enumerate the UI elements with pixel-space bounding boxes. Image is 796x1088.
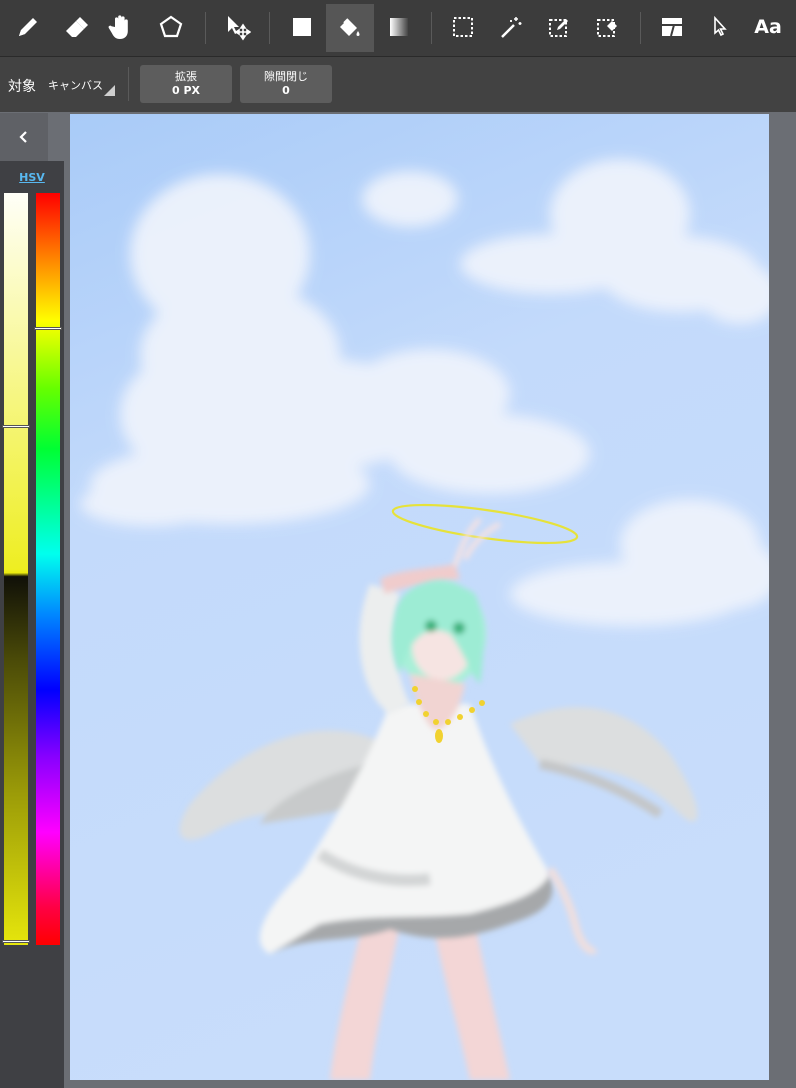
- pen-icon: [19, 18, 37, 36]
- gap-close-label: 隙間閉じ: [264, 70, 308, 83]
- eraser-tool-button[interactable]: [53, 4, 99, 50]
- gap-close-value: 0: [282, 84, 290, 97]
- move-tool-button[interactable]: [214, 4, 260, 50]
- tool-options-bar: 対象 キャンバス 拡張 0 PX 隙間閉じ 0: [0, 57, 796, 112]
- expand-button[interactable]: 拡張 0 PX: [140, 65, 232, 103]
- rect-select-button[interactable]: [440, 4, 486, 50]
- saturation-value-slider[interactable]: [4, 193, 28, 945]
- hue-slider-handle[interactable]: [34, 326, 62, 330]
- fill-rect-button[interactable]: [279, 4, 325, 50]
- main-toolbar: Aa: [0, 0, 796, 57]
- polygon-lasso-button[interactable]: [148, 4, 194, 50]
- text-tool-button[interactable]: Aa: [745, 4, 791, 50]
- frame-divide-icon: [662, 18, 682, 37]
- color-mode-toggle[interactable]: HSV: [0, 171, 64, 184]
- target-select-value: キャンバス: [48, 79, 103, 92]
- text-tool-label: Aa: [754, 16, 782, 38]
- hue-slider[interactable]: [36, 193, 60, 945]
- hand-tool-button[interactable]: [98, 4, 144, 50]
- hand-icon: [108, 15, 128, 39]
- fill-rect-icon: [293, 18, 311, 36]
- eraser-icon: [66, 17, 88, 37]
- color-panel: HSV: [0, 161, 64, 1088]
- drawing-canvas[interactable]: [70, 114, 769, 1080]
- lasso-polygon-icon: [159, 15, 183, 38]
- gradient-icon: [390, 18, 408, 36]
- select-eraser-button[interactable]: [584, 4, 630, 50]
- frame-divide-button[interactable]: [649, 4, 695, 50]
- gradient-tool-button[interactable]: [376, 4, 422, 50]
- brightness-slider-handle[interactable]: [2, 940, 30, 944]
- pointer-tool-button[interactable]: [697, 4, 743, 50]
- select-eraser-icon: [597, 19, 617, 37]
- artwork-illustration: [70, 114, 769, 1080]
- magic-wand-icon: [501, 17, 522, 38]
- pen-tool-button[interactable]: [5, 4, 51, 50]
- select-pen-icon: [549, 19, 568, 37]
- rect-select-icon: [453, 17, 473, 37]
- pointer-icon: [714, 15, 727, 37]
- panel-collapse-button[interactable]: [0, 113, 48, 161]
- dropdown-triangle-icon: [104, 85, 115, 96]
- target-select[interactable]: キャンバス: [46, 73, 116, 97]
- gap-close-button[interactable]: 隙間閉じ 0: [240, 65, 332, 103]
- move-icon: [228, 16, 251, 41]
- expand-value: 0 PX: [171, 84, 201, 97]
- select-pen-button[interactable]: [536, 4, 582, 50]
- bucket-tool-button[interactable]: [326, 4, 374, 52]
- chevron-left-icon: [19, 131, 27, 143]
- expand-label: 拡張: [175, 70, 197, 83]
- target-label: 対象: [8, 79, 36, 95]
- magic-wand-button[interactable]: [488, 4, 534, 50]
- bucket-icon: [340, 18, 360, 36]
- sv-slider-handle[interactable]: [2, 424, 30, 428]
